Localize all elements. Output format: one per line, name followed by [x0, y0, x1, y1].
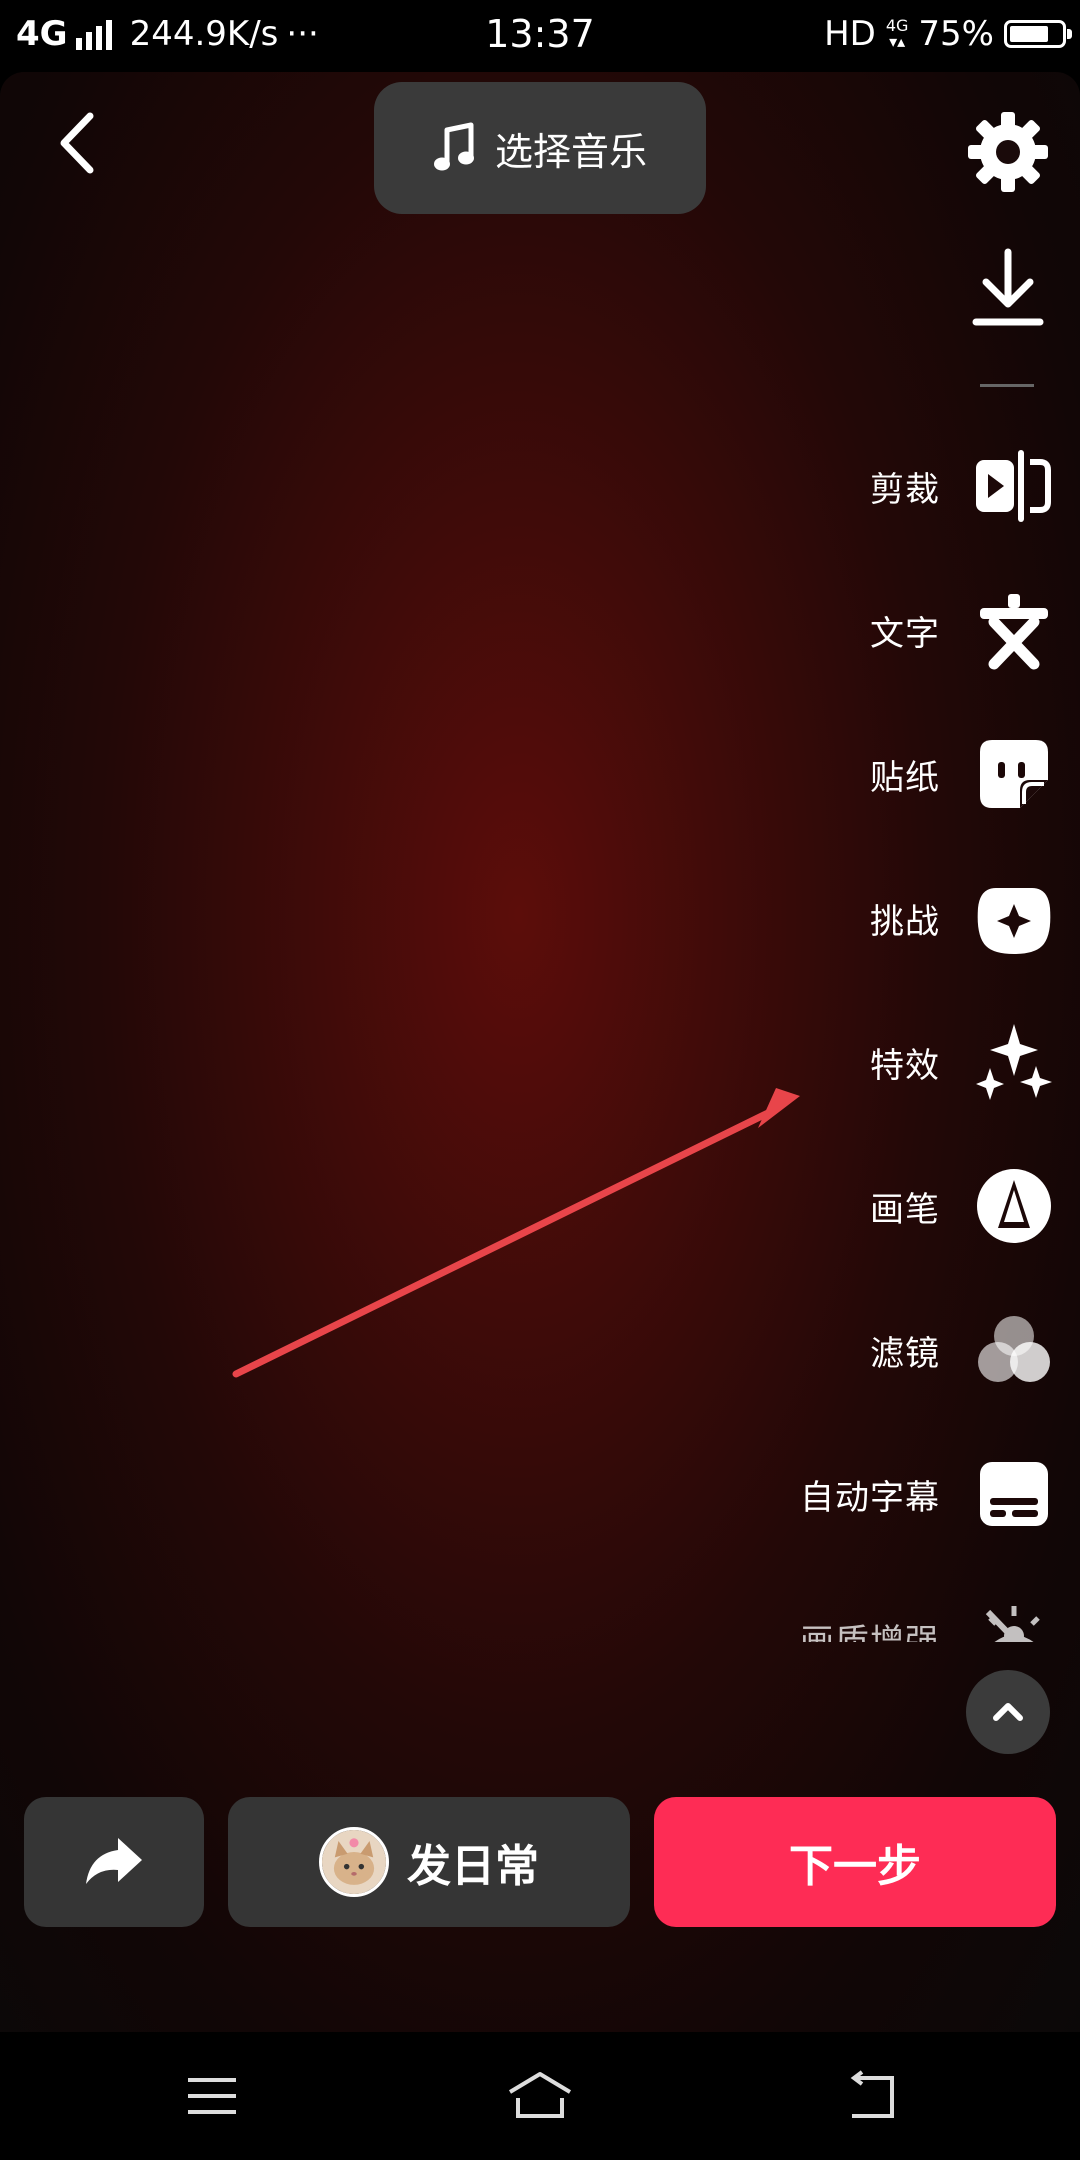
sub-network-icon: 4G ▾▴ — [885, 16, 909, 51]
battery-fill — [1010, 26, 1048, 42]
status-bar: 4G 244.9K/s ··· 13:37 HD 4G ▾▴ 75% — [0, 0, 1080, 72]
system-navigation-bar — [0, 2032, 1080, 2160]
cat-avatar-icon — [322, 1830, 386, 1894]
nav-back-button[interactable] — [842, 2070, 902, 2122]
annotation-arrow-head — [758, 1088, 800, 1128]
post-daily-button[interactable]: 发日常 — [228, 1797, 630, 1927]
next-step-button[interactable]: 下一步 — [654, 1797, 1056, 1927]
home-icon — [508, 2072, 572, 2118]
battery-icon — [1004, 20, 1072, 48]
avatar — [319, 1827, 389, 1897]
status-right: HD 4G ▾▴ 75% — [824, 14, 1072, 54]
share-button[interactable] — [24, 1797, 204, 1927]
annotation-arrow-shaft — [232, 1108, 774, 1378]
nav-home-button[interactable] — [506, 2070, 574, 2122]
sub-network-label: 4G — [885, 16, 909, 35]
nav-menu-button[interactable] — [182, 2070, 242, 2122]
next-step-label: 下一步 — [789, 1841, 921, 1892]
video-editor-canvas: 选择音乐 剪裁 文字 贴纸 挑战 特效 画笔 滤镜 自动字幕 画质增强 — [0, 72, 1080, 2032]
annotation-arrow — [232, 1088, 800, 1378]
battery-percent: 75% — [918, 14, 994, 54]
menu-icon — [188, 2078, 236, 2114]
post-daily-label: 发日常 — [407, 1841, 539, 1892]
return-icon — [850, 2070, 894, 2118]
share-arrow-icon — [86, 1838, 142, 1884]
hd-indicator: HD — [824, 14, 876, 54]
